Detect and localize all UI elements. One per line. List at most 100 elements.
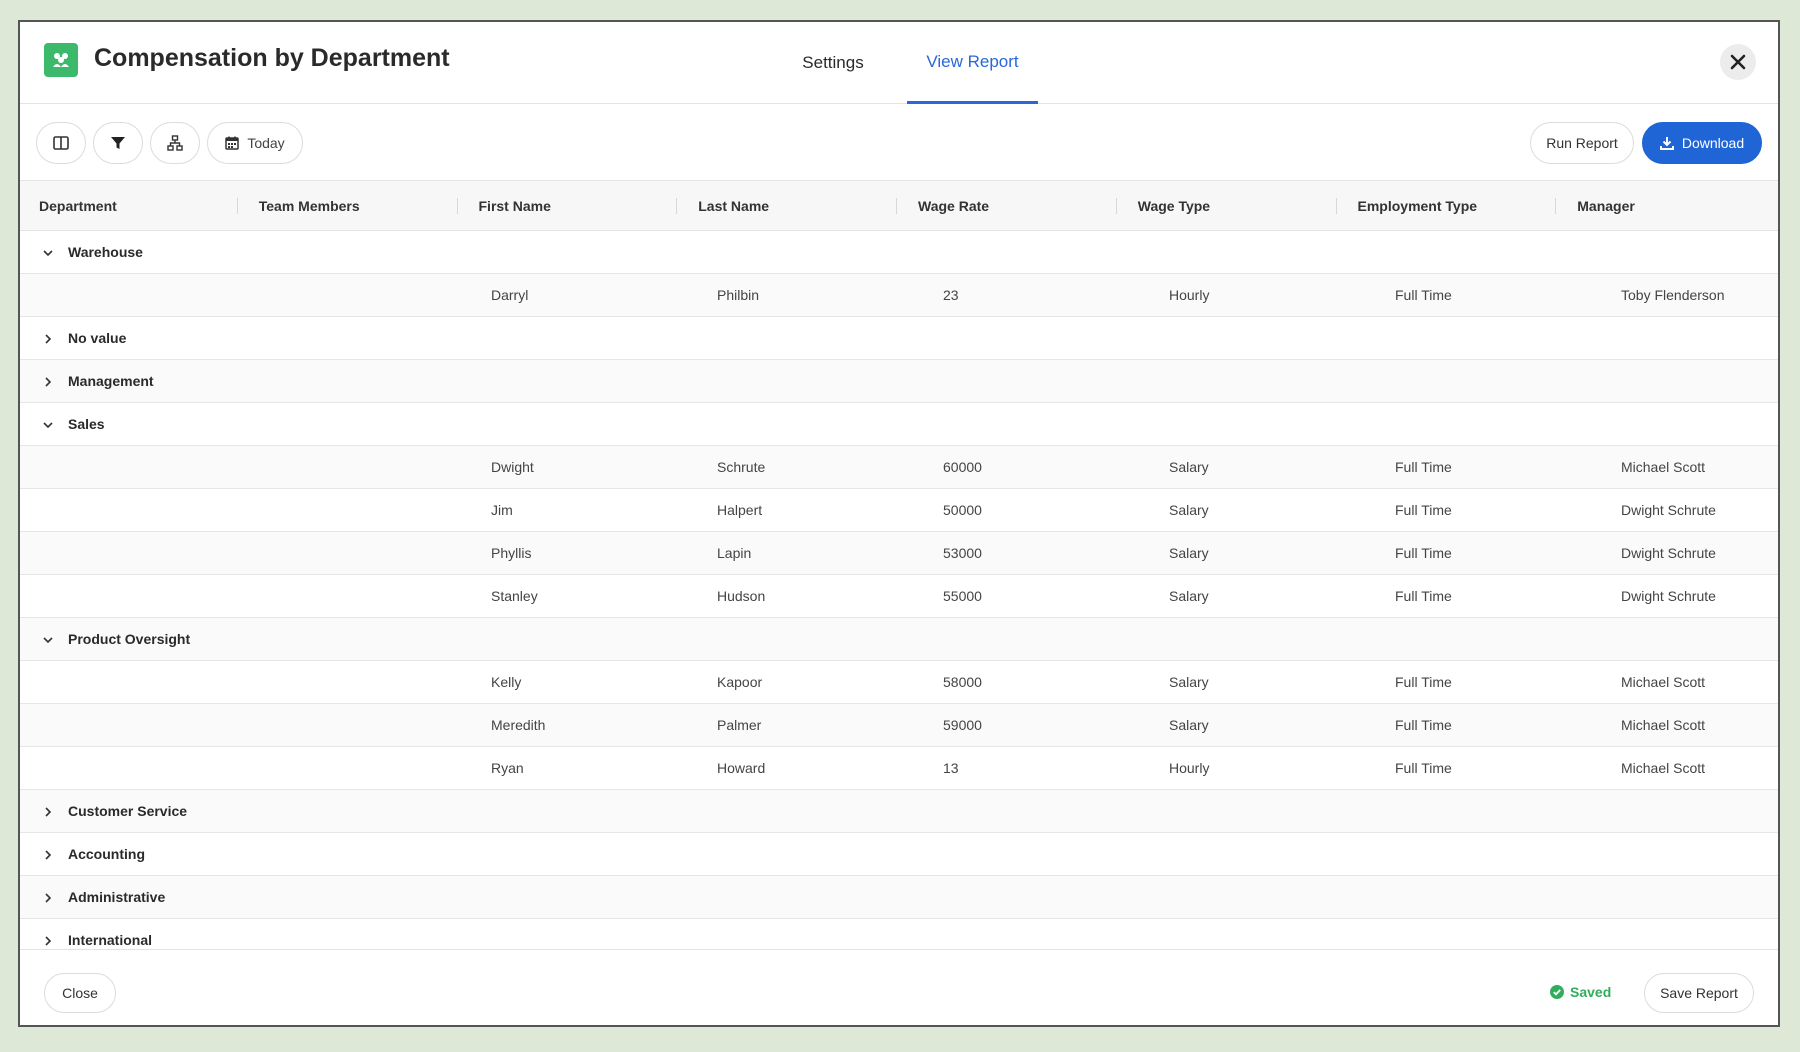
tab-settings[interactable]: Settings xyxy=(778,22,888,104)
wage-type-cell: Hourly xyxy=(1169,760,1210,776)
group-row[interactable]: Warehouse xyxy=(20,231,1778,274)
chevron-right-icon[interactable] xyxy=(40,933,56,949)
people-group-icon xyxy=(44,43,78,77)
download-button[interactable]: Download xyxy=(1642,122,1762,164)
close-button[interactable]: Close xyxy=(44,973,116,1013)
wage-rate-cell: 23 xyxy=(943,287,959,303)
manager-cell: Dwight Schrute xyxy=(1621,588,1716,604)
chevron-down-icon[interactable] xyxy=(40,632,56,648)
chevron-right-icon[interactable] xyxy=(40,890,56,906)
group-by-button[interactable] xyxy=(150,122,200,164)
report-toolbar: Today Run Report Download xyxy=(20,104,1778,180)
columns-icon xyxy=(53,136,69,150)
employment-type-cell: Full Time xyxy=(1395,459,1452,475)
employment-type-cell: Full Time xyxy=(1395,545,1452,561)
first-name-cell: Darryl xyxy=(491,287,529,303)
manager-cell: Toby Flenderson xyxy=(1621,287,1725,303)
table-row[interactable]: Jim Halpert 50000 Salary Full Time Dwight Sch… xyxy=(20,489,1778,532)
column-divider[interactable] xyxy=(236,197,238,214)
filter-button[interactable] xyxy=(93,122,143,164)
table-row[interactable]: Kelly Kapoor 58000 Salary Full Time Michael S… xyxy=(20,661,1778,704)
table-row[interactable]: Dwight Schrute 60000 Salary Full Time Michael… xyxy=(20,446,1778,489)
wage-rate-cell: 55000 xyxy=(943,588,982,604)
table-row[interactable]: Meredith Palmer 59000 Salary Full Time Michae… xyxy=(20,704,1778,747)
group-row[interactable]: No value xyxy=(20,317,1778,360)
date-range-button[interactable]: Today xyxy=(207,122,303,164)
table-row[interactable]: Stanley Hudson 55000 Salary Full Time Dwight … xyxy=(20,575,1778,618)
group-row[interactable]: Product Oversight xyxy=(20,618,1778,661)
modal-footer: Close Saved Save Report xyxy=(20,949,1778,1025)
chevron-right-icon[interactable] xyxy=(40,804,56,820)
column-header[interactable]: Wage Type xyxy=(1119,181,1339,231)
group-label: Sales xyxy=(68,416,105,432)
group-label: Customer Service xyxy=(68,803,188,819)
wage-type-cell: Salary xyxy=(1169,717,1209,733)
wage-rate-cell: 13 xyxy=(943,760,959,776)
table-row[interactable]: Ryan Howard 13 Hourly Full Time Michael Scott xyxy=(20,747,1778,790)
column-header[interactable]: Last Name xyxy=(679,181,899,231)
column-divider[interactable] xyxy=(676,197,678,214)
column-header-label: Team Members xyxy=(258,197,360,214)
column-divider[interactable] xyxy=(456,197,458,214)
columns-button[interactable] xyxy=(36,122,86,164)
table-row[interactable]: Phyllis Lapin 53000 Salary Full Time Dwight S… xyxy=(20,532,1778,575)
group-row[interactable]: Management xyxy=(20,360,1778,403)
save-report-button[interactable]: Save Report xyxy=(1644,973,1754,1013)
first-name-cell: Meredith xyxy=(491,717,546,733)
first-name-cell: Kelly xyxy=(491,674,522,690)
report-modal: Compensation by Department Settings View… xyxy=(18,20,1780,1027)
column-header-label: Employment Type xyxy=(1357,197,1478,214)
column-header[interactable]: Department xyxy=(20,181,240,231)
group-row[interactable]: Administrative xyxy=(20,876,1778,919)
group-label: Accounting xyxy=(68,846,145,862)
column-divider[interactable] xyxy=(1335,197,1337,214)
close-icon[interactable] xyxy=(1720,44,1756,80)
calendar-icon xyxy=(225,136,240,150)
manager-cell: Michael Scott xyxy=(1621,760,1706,776)
group-row[interactable]: Accounting xyxy=(20,833,1778,876)
check-circle-icon xyxy=(1550,985,1564,999)
run-report-button[interactable]: Run Report xyxy=(1530,122,1634,164)
chevron-right-icon[interactable] xyxy=(40,374,56,390)
last-name-cell: Schrute xyxy=(717,459,766,475)
manager-cell: Michael Scott xyxy=(1621,717,1706,733)
column-header[interactable]: First Name xyxy=(460,181,680,231)
report-table: Department Team Members First Name Last Nam… xyxy=(20,180,1778,968)
column-header[interactable]: Employment Type xyxy=(1339,181,1559,231)
last-name-cell: Hudson xyxy=(717,588,766,604)
manager-cell: Dwight Schrute xyxy=(1621,545,1716,561)
column-header-label: Manager xyxy=(1577,197,1635,214)
column-header[interactable]: Team Members xyxy=(240,181,460,231)
manager-cell: Dwight Schrute xyxy=(1621,502,1716,518)
page-title: Compensation by Department xyxy=(94,44,450,72)
manager-cell: Michael Scott xyxy=(1621,459,1706,475)
column-header[interactable]: Manager xyxy=(1558,181,1778,231)
group-row[interactable]: Sales xyxy=(20,403,1778,446)
first-name-cell: Stanley xyxy=(491,588,538,604)
column-header-label: Wage Type xyxy=(1137,197,1211,214)
wage-type-cell: Salary xyxy=(1169,502,1209,518)
group-label: Administrative xyxy=(68,889,166,905)
column-divider[interactable] xyxy=(1555,197,1557,214)
column-divider[interactable] xyxy=(896,197,897,214)
last-name-cell: Philbin xyxy=(717,287,760,303)
last-name-cell: Lapin xyxy=(717,545,752,561)
first-name-cell: Ryan xyxy=(491,760,524,776)
chevron-down-icon[interactable] xyxy=(40,417,56,433)
group-row[interactable]: Customer Service xyxy=(20,790,1778,833)
column-divider[interactable] xyxy=(1115,197,1117,214)
column-header-label: First Name xyxy=(478,197,551,214)
filter-icon xyxy=(111,137,125,149)
table-row[interactable]: Darryl Philbin 23 Hourly Full Time Toby Flend… xyxy=(20,274,1778,317)
last-name-cell: Howard xyxy=(717,760,766,776)
chevron-down-icon[interactable] xyxy=(40,245,56,261)
wage-type-cell: Salary xyxy=(1169,459,1209,475)
tab-view-report[interactable]: View Report xyxy=(907,22,1038,104)
chevron-right-icon[interactable] xyxy=(40,847,56,863)
column-header[interactable]: Wage Rate xyxy=(899,181,1119,231)
wage-type-cell: Salary xyxy=(1169,588,1209,604)
column-header-label: Wage Rate xyxy=(918,197,990,214)
last-name-cell: Kapoor xyxy=(717,674,763,690)
employment-type-cell: Full Time xyxy=(1395,717,1452,733)
chevron-right-icon[interactable] xyxy=(40,331,56,347)
